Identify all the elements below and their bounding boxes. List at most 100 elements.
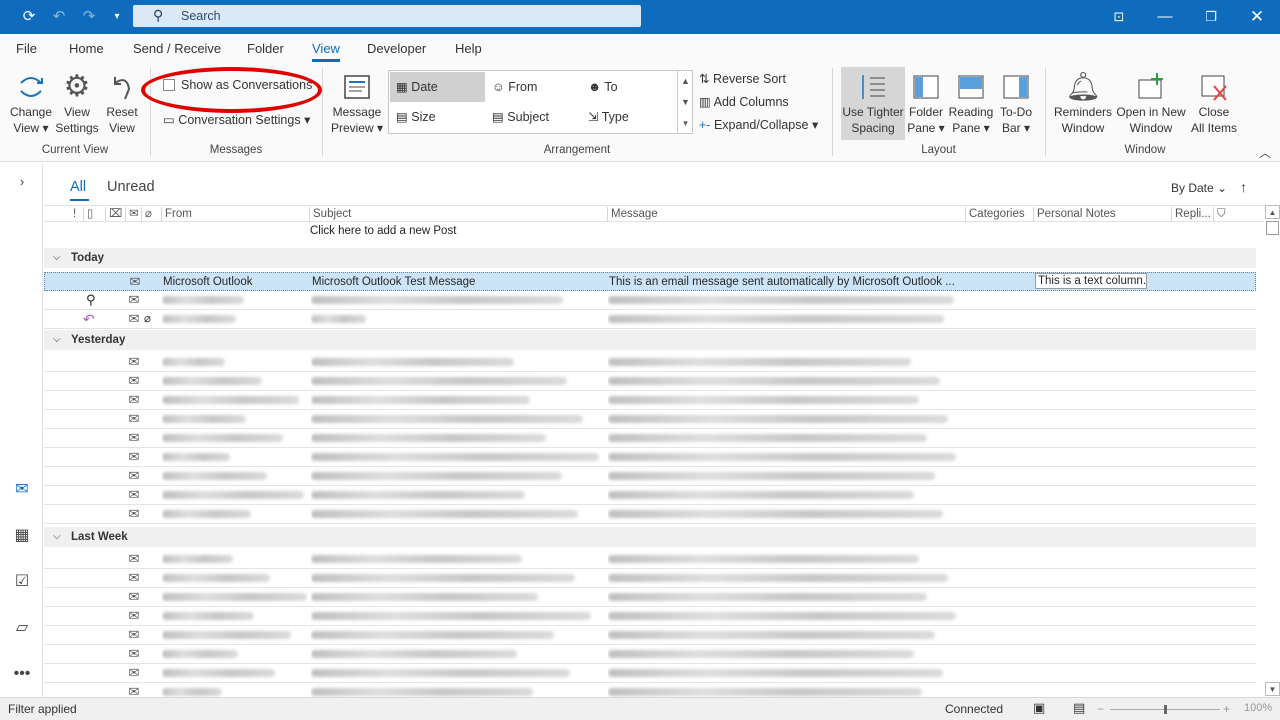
zoom-out-icon[interactable]: − <box>1097 702 1104 716</box>
importance-column-icon[interactable]: ! <box>70 207 83 221</box>
close-all-items-button[interactable]: Close All Items <box>1188 70 1240 136</box>
tab-help[interactable]: Help <box>455 41 482 56</box>
add-new-post[interactable]: Click here to add a new Post <box>310 225 456 237</box>
scroll-down-icon[interactable]: ▼ <box>1265 682 1280 696</box>
filter-column-icon[interactable]: ⛉ <box>1213 207 1256 221</box>
table-row[interactable]: ✉ <box>44 645 1256 664</box>
gallery-more-icon[interactable]: ▾ <box>677 113 693 134</box>
customize-qat-icon[interactable]: ▾ <box>106 7 128 27</box>
column-categories[interactable]: Categories <box>965 207 1033 221</box>
table-row[interactable]: ✉ <box>44 467 1256 486</box>
blurred-message <box>608 645 960 663</box>
column-replies[interactable]: Repli... <box>1171 207 1213 221</box>
table-row[interactable]: ✉ Microsoft Outlook Microsoft Outlook Te… <box>44 272 1256 291</box>
table-row[interactable]: ✉ <box>44 391 1256 410</box>
use-tighter-spacing-button[interactable]: Use Tighter Spacing <box>841 67 905 140</box>
more-apps-icon[interactable]: ••• <box>11 663 33 685</box>
sort-by-dropdown[interactable]: By Date ⌄ <box>1171 181 1227 195</box>
normal-view-icon[interactable]: ▣ <box>1033 700 1045 716</box>
read-column-icon[interactable]: ✉ <box>125 207 141 221</box>
table-row[interactable]: ✉ <box>44 664 1256 683</box>
table-row[interactable]: ✉ <box>44 607 1256 626</box>
zoom-level[interactable]: 100% <box>1244 702 1272 714</box>
calendar-icon[interactable]: ▦ <box>11 525 33 547</box>
tab-folder[interactable]: Folder <box>247 41 284 56</box>
search-input[interactable]: Search <box>181 9 221 23</box>
ribbon-display-icon[interactable]: ⊡ <box>1096 0 1142 34</box>
search-box[interactable]: ⚲ Search <box>133 5 641 27</box>
table-row[interactable]: ✉ <box>44 448 1256 467</box>
sort-direction-icon[interactable]: ↑ <box>1240 179 1247 195</box>
conversation-settings-button[interactable]: ▭ Conversation Settings ▾ <box>163 112 310 127</box>
table-row[interactable]: ✉ <box>44 588 1256 607</box>
tab-file[interactable]: File <box>16 41 37 56</box>
group-header-last-week[interactable]: ⌵ Last Week <box>44 527 1256 547</box>
collapse-ribbon-icon[interactable]: ︿ <box>1259 144 1271 161</box>
reset-view-button[interactable]: Reset View <box>101 70 143 136</box>
add-columns-button[interactable]: ▥ Add Columns <box>699 94 789 109</box>
message-preview-button[interactable]: Message Preview ▾ <box>329 70 385 136</box>
table-row[interactable]: ✉ <box>44 550 1256 569</box>
close-button[interactable]: ✕ <box>1234 0 1280 34</box>
tab-view[interactable]: View <box>312 41 340 62</box>
todo-bar-button[interactable]: To-Do Bar ▾ <box>996 70 1036 136</box>
redo-icon[interactable]: ↷ <box>78 7 100 27</box>
reading-pane-button[interactable]: Reading Pane ▾ <box>947 70 995 136</box>
table-row[interactable]: ✉ <box>44 372 1256 391</box>
column-subject[interactable]: Subject <box>309 207 607 221</box>
table-row[interactable]: ✉ <box>44 429 1256 448</box>
column-from[interactable]: From <box>161 207 309 221</box>
reverse-sort-button[interactable]: ⇅ Reverse Sort <box>699 71 786 86</box>
arrange-subject[interactable]: ▤ Subject <box>486 102 581 132</box>
attachment-column-icon[interactable]: ⌀ <box>141 207 161 221</box>
arrange-date[interactable]: ▦ Date <box>390 72 485 102</box>
gallery-scroll-down-icon[interactable]: ▼ <box>677 92 693 113</box>
arrange-to[interactable]: ☻ To <box>582 72 676 102</box>
table-row[interactable]: ✉ <box>44 626 1256 645</box>
table-row[interactable]: ↶ ✉ ⌀ <box>44 310 1256 329</box>
filter-unread[interactable]: Unread <box>107 179 155 195</box>
arrange-from[interactable]: ☺ From <box>486 72 581 102</box>
folder-pane-button[interactable]: Folder Pane ▾ <box>905 70 947 136</box>
open-in-new-window-button[interactable]: Open in New Window <box>1114 70 1188 136</box>
filter-all[interactable]: All <box>70 179 86 195</box>
change-view-button[interactable]: Change View ▾ <box>6 70 56 136</box>
tab-home[interactable]: Home <box>69 41 104 56</box>
mail-icon[interactable]: ✉ <box>11 479 33 501</box>
reminders-window-button[interactable]: 🔔︎ Reminders Window <box>1053 70 1113 136</box>
expand-folder-pane-icon[interactable]: › <box>11 171 33 193</box>
undo-icon[interactable]: ↶ <box>48 7 70 27</box>
table-row[interactable]: ✉ <box>44 486 1256 505</box>
arrange-size[interactable]: ▤ Size <box>390 102 485 132</box>
group-header-today[interactable]: ⌵ Today <box>44 248 1256 268</box>
notes-icon[interactable]: ▱ <box>11 617 33 639</box>
sync-icon[interactable]: ⟳ <box>18 7 40 27</box>
table-row[interactable]: ✉ <box>44 353 1256 372</box>
icon-column-icon[interactable]: ▯ <box>83 207 105 221</box>
reminder-column-icon[interactable]: ⌧ <box>105 207 125 221</box>
tab-send-receive[interactable]: Send / Receive <box>133 41 221 56</box>
add-columns-icon: ▥ <box>699 95 711 109</box>
zoom-in-icon[interactable]: + <box>1223 702 1230 716</box>
minimize-button[interactable]: — <box>1142 0 1188 34</box>
reading-view-icon[interactable]: ▤ <box>1073 700 1085 716</box>
tasks-icon[interactable]: ☑ <box>11 571 33 593</box>
column-personal-notes[interactable]: Personal Notes <box>1033 207 1171 221</box>
scroll-up-icon[interactable]: ▲ <box>1265 205 1280 219</box>
zoom-slider-thumb[interactable] <box>1164 705 1167 714</box>
group-header-yesterday[interactable]: ⌵ Yesterday <box>44 330 1256 350</box>
view-settings-button[interactable]: ⚙ View Settings <box>54 70 100 136</box>
arrange-type[interactable]: ⇲ Type <box>582 102 676 132</box>
expand-collapse-button[interactable]: +- Expand/Collapse ▾ <box>699 117 818 132</box>
vertical-scrollbar[interactable]: ▲ ▼ <box>1265 205 1280 697</box>
scroll-thumb[interactable] <box>1266 221 1279 235</box>
table-row[interactable]: ✉ <box>44 569 1256 588</box>
table-row[interactable]: ⚲ ✉ <box>44 291 1256 310</box>
table-row[interactable]: ✉ <box>44 410 1256 429</box>
tab-developer[interactable]: Developer <box>367 41 426 56</box>
table-row[interactable]: ✉ <box>44 505 1256 524</box>
personal-notes-editor[interactable]: This is a text column. <box>1035 273 1147 289</box>
restore-button[interactable]: ❐ <box>1188 0 1234 34</box>
column-message[interactable]: Message <box>607 207 965 221</box>
gallery-scroll-up-icon[interactable]: ▲ <box>677 71 693 92</box>
